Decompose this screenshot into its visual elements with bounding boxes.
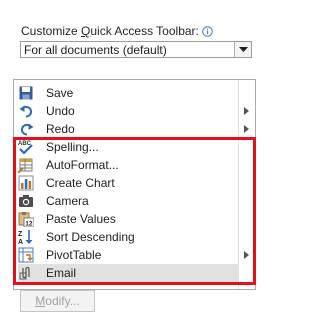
svg-text:Z: Z (18, 231, 23, 238)
list-item-create-chart[interactable]: Create Chart (18, 174, 239, 192)
modify-button-label: Modify... (35, 294, 80, 308)
list-item-autoformat[interactable]: AutoFormat... (18, 156, 239, 174)
info-icon[interactable] (202, 25, 213, 37)
chevron-down-icon[interactable] (234, 42, 251, 57)
heading-label: Customize Quick Access Toolbar: (21, 24, 199, 38)
list-item-sort-descending[interactable]: Z A Sort Descending (18, 228, 239, 246)
spelling-icon: ABC (18, 139, 34, 155)
list-item-camera[interactable]: Camera (18, 192, 239, 210)
chart-icon (18, 175, 34, 191)
camera-icon (18, 193, 34, 209)
pivottable-icon (18, 247, 34, 263)
autoformat-icon (18, 157, 34, 173)
modify-button[interactable]: Modify... (20, 290, 95, 312)
list-item-undo[interactable]: Undo (18, 102, 239, 120)
quick-access-toolbar-heading: Customize Quick Access Toolbar: (21, 22, 213, 40)
list-item-pivottable[interactable]: PivotTable (18, 246, 239, 264)
list-item-email[interactable]: Email (18, 264, 239, 282)
svg-text:12: 12 (25, 221, 33, 228)
redo-icon (18, 121, 34, 137)
undo-icon (18, 103, 34, 119)
toolbar-commands-list[interactable]: Save Undo Redo ABC Spelling... AutoForma… (13, 79, 256, 290)
scope-dropdown[interactable]: For all documents (default) (20, 41, 252, 58)
sort-descending-icon: Z A (18, 229, 34, 245)
list-item-save[interactable]: Save (18, 84, 239, 102)
chevron-right-icon[interactable] (240, 246, 252, 264)
chevron-right-icon[interactable] (240, 102, 252, 120)
scope-dropdown-value: For all documents (default) (24, 42, 167, 57)
email-icon (18, 265, 34, 281)
list-item-paste-values[interactable]: 12 Paste Values (18, 210, 239, 228)
svg-text:A: A (18, 239, 23, 245)
paste-values-icon: 12 (18, 211, 34, 227)
chevron-right-icon[interactable] (240, 120, 252, 138)
list-item-spelling[interactable]: ABC Spelling... (18, 138, 239, 156)
save-icon (18, 85, 34, 101)
list-item-redo[interactable]: Redo (18, 120, 239, 138)
